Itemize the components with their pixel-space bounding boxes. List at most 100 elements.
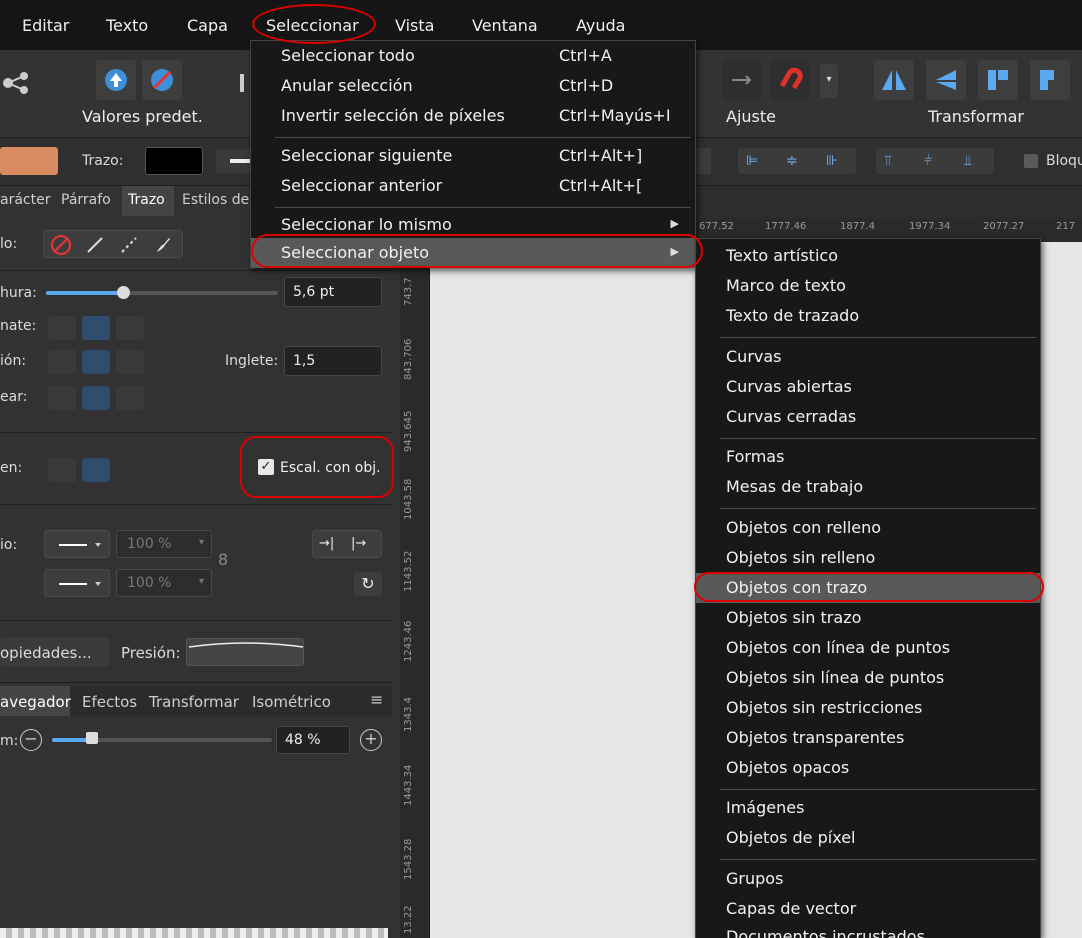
submenu-item[interactable]: Objetos sin relleno	[696, 543, 1040, 573]
submenu-item[interactable]: Texto artístico	[696, 241, 1040, 271]
menu-ayuda[interactable]: Ayuda	[576, 16, 625, 35]
menu-item-select-object[interactable]: Seleccionar objeto ▶	[251, 238, 695, 268]
node-share-icon[interactable]	[0, 68, 30, 98]
tab-caracter[interactable]: arácter	[0, 192, 50, 208]
order-label: en:	[0, 460, 23, 476]
zoom-out-icon[interactable]: −	[20, 729, 42, 751]
width-field[interactable]: 5,6 pt	[284, 277, 382, 307]
scale-checkbox[interactable]: ✓	[258, 459, 274, 475]
submenu-item[interactable]: Curvas abiertas	[696, 372, 1040, 402]
dashed-line-icon[interactable]	[118, 234, 140, 260]
submenu-item[interactable]: Capas de vector	[696, 894, 1040, 924]
magnet-icon[interactable]	[770, 60, 810, 100]
menu-item-select-all[interactable]: Seleccionar todo Ctrl+A	[251, 41, 695, 71]
zoom-field[interactable]: 48 %	[276, 726, 350, 754]
bevel-join-icon[interactable]	[116, 350, 144, 374]
select-object-submenu: Texto artístico Marco de texto Texto de …	[695, 238, 1041, 938]
arrow-start-select[interactable]	[44, 530, 110, 558]
stroke-style-button[interactable]	[216, 149, 252, 173]
pressure-curve[interactable]	[186, 638, 304, 666]
align-right-icon[interactable]: ⊪	[826, 153, 838, 169]
submenu-item[interactable]: Grupos	[696, 864, 1040, 894]
menu-item-invert-pixel-selection[interactable]: Invertir selección de píxeles Ctrl+Mayús…	[251, 101, 695, 131]
zoom-in-icon[interactable]: +	[360, 729, 382, 751]
miter-join-icon[interactable]	[48, 350, 76, 374]
arrow-end-scale[interactable]: 100 % ▾	[116, 569, 212, 597]
round-join-icon[interactable]	[82, 350, 110, 374]
menu-capa[interactable]: Capa	[187, 16, 228, 35]
menu-item-select-next[interactable]: Seleccionar siguiente Ctrl+Alt+]	[251, 141, 695, 171]
chevron-down-icon[interactable]: ▾	[820, 64, 838, 98]
menu-item-select-same[interactable]: Seleccionar lo mismo ▶	[251, 210, 695, 240]
menu-separator	[720, 438, 1036, 439]
square-cap-icon[interactable]	[116, 316, 144, 340]
align-middle-icon[interactable]: ⫩	[924, 153, 932, 169]
submenu-item-objects-with-stroke[interactable]: Objetos con trazo	[696, 573, 1040, 603]
width-slider-handle[interactable]	[117, 286, 130, 299]
revert-defaults-button[interactable]	[142, 60, 182, 100]
arrow-outside-icon[interactable]: |→	[351, 536, 366, 551]
rotate-right-button[interactable]	[1030, 60, 1070, 100]
submenu-item[interactable]: Objetos transparentes	[696, 723, 1040, 753]
rotate-left-button[interactable]	[978, 60, 1018, 100]
submenu-item[interactable]: Mesas de trabajo	[696, 472, 1040, 502]
panel-menu-icon[interactable]: ≡	[370, 690, 383, 709]
submenu-item[interactable]: Curvas	[696, 342, 1040, 372]
menu-texto[interactable]: Texto	[106, 16, 148, 35]
submenu-item[interactable]: Objetos de píxel	[696, 823, 1040, 853]
miter-field[interactable]: 1,5	[284, 346, 382, 376]
arrow-inside-icon[interactable]: →|	[319, 536, 334, 551]
align-inside-icon[interactable]	[48, 386, 76, 410]
tab-estilos[interactable]: Estilos de	[182, 192, 249, 208]
menu-vista[interactable]: Vista	[395, 16, 434, 35]
swap-arrows-icon[interactable]: ↻	[354, 572, 382, 596]
tab-isometrico[interactable]: Isométrico	[252, 693, 331, 711]
flip-vertical-button[interactable]	[926, 60, 966, 100]
submenu-item[interactable]: Imágenes	[696, 793, 1040, 823]
submenu-item[interactable]: Objetos con relleno	[696, 513, 1040, 543]
brush-icon[interactable]	[152, 234, 174, 260]
butt-cap-icon[interactable]	[48, 316, 76, 340]
round-cap-icon[interactable]	[82, 316, 110, 340]
align-center-icon[interactable]: ≑	[786, 153, 798, 169]
menu-item-deselect[interactable]: Anular selección Ctrl+D	[251, 71, 695, 101]
flip-horizontal-button[interactable]	[874, 60, 914, 100]
submenu-item[interactable]: Objetos sin línea de puntos	[696, 663, 1040, 693]
zoom-slider-handle[interactable]	[86, 732, 98, 744]
submenu-item[interactable]: Curvas cerradas	[696, 402, 1040, 432]
tab-navegador[interactable]: avegador	[0, 693, 71, 711]
align-center-stroke-icon[interactable]	[82, 386, 110, 410]
stroke-front-icon[interactable]	[82, 458, 110, 482]
submenu-item[interactable]: Objetos sin restricciones	[696, 693, 1040, 723]
menu-ventana[interactable]: Ventana	[472, 16, 538, 35]
link-icon[interactable]: 8	[218, 550, 228, 569]
stroke-swatch[interactable]	[145, 147, 203, 175]
no-stroke-icon[interactable]	[50, 234, 72, 260]
submenu-item[interactable]: Objetos opacos	[696, 753, 1040, 783]
menu-item-select-previous[interactable]: Seleccionar anterior Ctrl+Alt+[	[251, 171, 695, 201]
align-left-icon[interactable]: ⊫	[746, 153, 758, 169]
stroke-behind-icon[interactable]	[48, 458, 76, 482]
submenu-item[interactable]: Formas	[696, 442, 1040, 472]
tab-parrafo[interactable]: Párrafo	[61, 192, 111, 208]
menu-seleccionar[interactable]: Seleccionar	[266, 16, 359, 35]
tab-trazo[interactable]: Trazo	[128, 192, 165, 208]
submenu-item[interactable]: Marco de texto	[696, 271, 1040, 301]
lock-checkbox[interactable]	[1024, 154, 1038, 168]
submenu-item[interactable]: Texto de trazado	[696, 301, 1040, 331]
solid-line-icon[interactable]	[84, 234, 106, 260]
sync-defaults-button[interactable]	[96, 60, 136, 100]
submenu-item[interactable]: Objetos sin trazo	[696, 603, 1040, 633]
align-bottom-icon[interactable]: ⫫	[964, 153, 972, 169]
tab-efectos[interactable]: Efectos	[82, 693, 137, 711]
submenu-item[interactable]: Documentos incrustados	[696, 922, 1040, 938]
submenu-item[interactable]: Objetos con línea de puntos	[696, 633, 1040, 663]
arrow-end-select[interactable]	[44, 569, 110, 597]
snap-option-button[interactable]	[722, 60, 762, 100]
align-top-icon[interactable]: ⫪	[884, 153, 892, 169]
arrow-start-scale[interactable]: 100 % ▾	[116, 530, 212, 558]
align-outside-icon[interactable]	[116, 386, 144, 410]
tab-transformar[interactable]: Transformar	[149, 693, 239, 711]
fill-swatch[interactable]	[0, 147, 58, 175]
menu-editar[interactable]: Editar	[22, 16, 69, 35]
